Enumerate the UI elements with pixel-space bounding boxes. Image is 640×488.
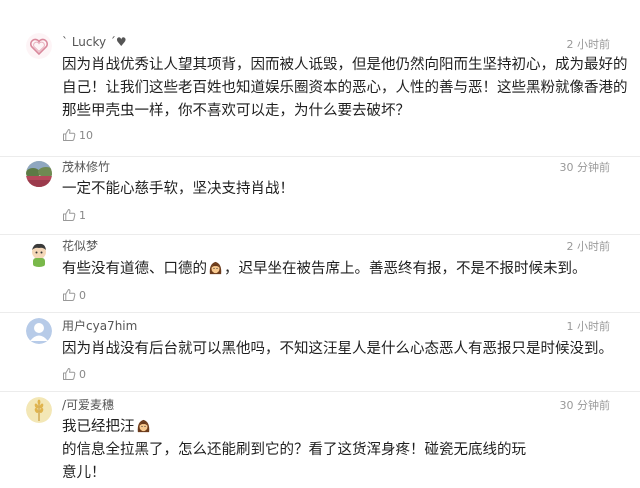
woman-face-emoji (137, 419, 149, 433)
like-count: 0 (79, 288, 86, 302)
landscape-avatar-icon (26, 161, 52, 187)
username[interactable]: 用户cya7him (62, 317, 137, 334)
timestamp: 1 小时前 (566, 320, 611, 333)
thumbs-up-icon (63, 289, 76, 301)
timestamp: 2 小时前 (566, 240, 611, 253)
wheat-avatar-icon (26, 397, 52, 423)
comment-text-line: 因为肖战优秀让人望其项背，因而被人诋毁，但是他仍然向阳而生坚持初心，成为最好的 (62, 57, 628, 73)
thumbs-up-icon (63, 368, 76, 380)
thumbs-up-icon (63, 129, 76, 141)
comment-text: 有些没有道德、口德的 ，迟早坐在被告席上。善恶终有报，不是不报时候未到。 (62, 258, 614, 281)
comment-text: 因为肖战优秀让人望其项背，因而被人诋毁，但是他仍然向阳而生坚持初心，成为最好的 … (62, 54, 628, 123)
avatar[interactable] (26, 397, 52, 423)
username[interactable]: 花似梦 (62, 237, 98, 254)
username[interactable]: 茂林修竹 (62, 158, 110, 175)
avatar[interactable] (26, 33, 52, 59)
like-button[interactable]: 0 (62, 288, 86, 302)
timestamp: 30 分钟前 (559, 161, 611, 174)
comment-text-line: 意儿！ (62, 465, 106, 481)
like-button[interactable]: 10 (62, 128, 93, 142)
username[interactable]: /可爱麦穗 (62, 396, 114, 413)
like-count: 1 (79, 208, 86, 222)
comment-item: 茂林修竹 30 分钟前 一定不能心慈手软，坚决支持肖战！ 1 (0, 157, 640, 235)
comment-text-part: 有些没有道德、口德的 (62, 261, 207, 277)
heart-avatar-icon (26, 33, 52, 59)
avatar[interactable] (26, 318, 52, 344)
comment-item: ˋ Lucky ˊ♥ 2 小时前 因为肖战优秀让人望其项背，因而被人诋毁，但是他… (0, 0, 640, 157)
timestamp: 30 分钟前 (559, 399, 611, 412)
comment-text-line: 那些甲壳虫一样，你不喜欢可以走，为什么要去破坏？ (62, 103, 410, 119)
timestamp: 2 小时前 (566, 38, 611, 51)
thumbs-up-icon (63, 209, 76, 221)
comment-text-part: 我已经把汪 (62, 419, 135, 435)
comment-text: 我已经把汪 的信息全拉黑了，怎么还能刷到它的？看了这货浑身疼！碰瓷无底线的玩 意… (62, 416, 614, 485)
cartoon-boy-avatar-icon (26, 241, 52, 267)
comment-list: ˋ Lucky ˊ♥ 2 小时前 因为肖战优秀让人望其项背，因而被人诋毁，但是他… (0, 0, 640, 488)
like-button[interactable]: 1 (62, 208, 86, 222)
comment-text: 一定不能心慈手软，坚决支持肖战！ (62, 178, 614, 201)
comment-item: 用户cya7him 1 小时前 因为肖战没有后台就可以黑他吗，不知这汪星人是什么… (0, 313, 640, 392)
username[interactable]: ˋ Lucky ˊ♥ (62, 35, 127, 49)
like-count: 10 (79, 128, 93, 142)
comment-text-part: ，迟早坐在被告席上。善恶终有报，不是不报时候未到。 (224, 261, 587, 277)
avatar[interactable] (26, 161, 52, 187)
comment-text-part: 的信息全拉黑了，怎么还能刷到它的？看了这货浑身疼！碰瓷无底线的玩 (62, 442, 526, 458)
like-button[interactable]: 0 (62, 367, 86, 381)
comment-text: 因为肖战没有后台就可以黑他吗，不知这汪星人是什么心态恶人有恶报只是时候没到。 (62, 338, 614, 361)
comment-text-line: 自己！让我们这些老百姓也知道娱乐圈资本的恶心，人性的善与恶！这些黑粉就像香港的 (62, 80, 628, 96)
comment-item: /可爱麦穗 30 分钟前 我已经把汪 的信息全拉黑了，怎么还能刷到它的？看了这货… (0, 392, 640, 488)
avatar[interactable] (26, 241, 52, 267)
default-user-avatar-icon (26, 318, 52, 344)
comment-item: 花似梦 2 小时前 有些没有道德、口德的 ，迟早坐在被告席上。善恶终有报，不是不… (0, 235, 640, 313)
woman-face-emoji (209, 261, 222, 275)
comment-text-line: 因为肖战没有后台就可以黑他吗，不知这汪星人是什么心态恶人有恶报只是时候没到。 (62, 341, 613, 357)
like-count: 0 (79, 367, 86, 381)
comment-text-line: 一定不能心慈手软，坚决支持肖战！ (62, 181, 294, 197)
